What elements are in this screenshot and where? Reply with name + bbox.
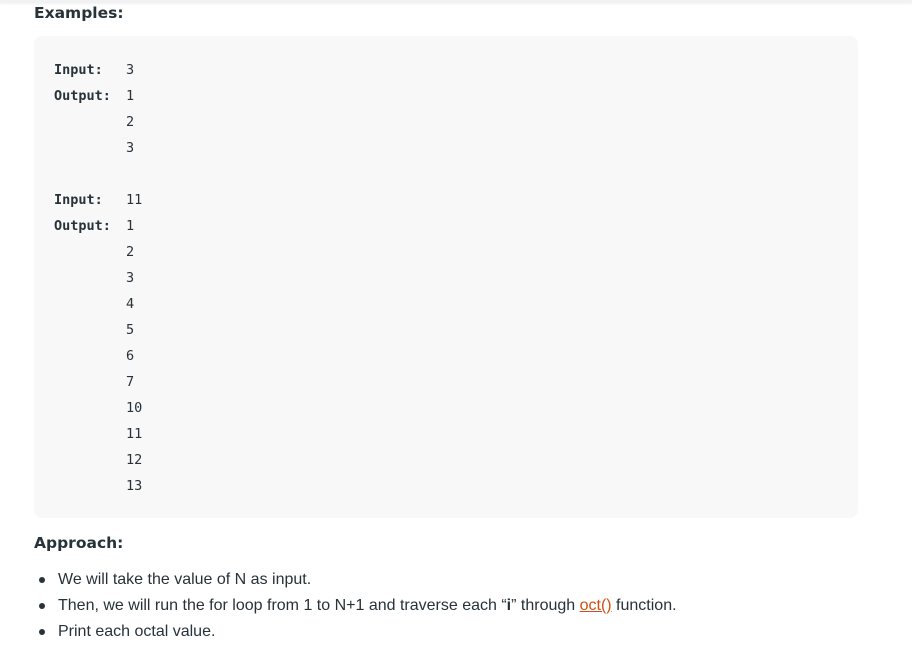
example2-input-value: 11	[126, 192, 143, 208]
example2-output-value: 7	[126, 374, 135, 390]
example1-output-value: 1	[126, 88, 135, 104]
example2-output-label: Output:	[54, 218, 111, 234]
example2-output-value: 12	[126, 452, 143, 468]
examples-heading: Examples:	[34, 4, 124, 22]
approach-step-2-middle: ” through	[511, 597, 580, 614]
example2-output-line: Output: 1	[54, 213, 858, 239]
example1-output-line: Output: 1	[54, 83, 858, 109]
approach-step-2-before: Then, we will run the for loop from 1 to…	[58, 597, 507, 614]
example1-input-value: 3	[126, 62, 135, 78]
list-item: Then, we will run the for loop from 1 to…	[34, 593, 677, 619]
example2-input-line: Input: 11	[54, 187, 858, 213]
examples-code-block: Input: 3 Output: 1 2 3 Input: 11 Output: 1 2…	[34, 36, 858, 518]
example2-output-value: 5	[126, 322, 135, 338]
list-item: We will take the value of N as input.	[34, 567, 677, 593]
example1-output-label: Output:	[54, 88, 111, 104]
example2-output-value: 2	[126, 244, 135, 260]
example2-input-label: Input:	[54, 192, 103, 208]
approach-step-3: Print each octal value.	[58, 623, 216, 640]
approach-step-1: We will take the value of N as input.	[58, 571, 312, 588]
example1-input-line: Input: 3	[54, 57, 858, 83]
approach-list: We will take the value of N as input. Th…	[34, 567, 677, 645]
list-item: Print each octal value.	[34, 619, 677, 645]
approach-step-2-after: function.	[611, 597, 677, 614]
example2-output-value: 10	[126, 400, 143, 416]
example2-output-value: 4	[126, 296, 135, 312]
example1-output-value: 3	[126, 140, 135, 156]
oct-function-link[interactable]: oct()	[580, 597, 612, 614]
top-divider	[0, 0, 912, 3]
example1-output-value: 2	[126, 114, 135, 130]
example2-output-value: 1	[126, 218, 135, 234]
example2-output-value: 6	[126, 348, 135, 364]
approach-heading: Approach:	[34, 534, 124, 552]
example2-output-value: 3	[126, 270, 135, 286]
example2-output-value: 11	[126, 426, 143, 442]
example2-output-value: 13	[126, 478, 143, 494]
example1-input-label: Input:	[54, 62, 103, 78]
